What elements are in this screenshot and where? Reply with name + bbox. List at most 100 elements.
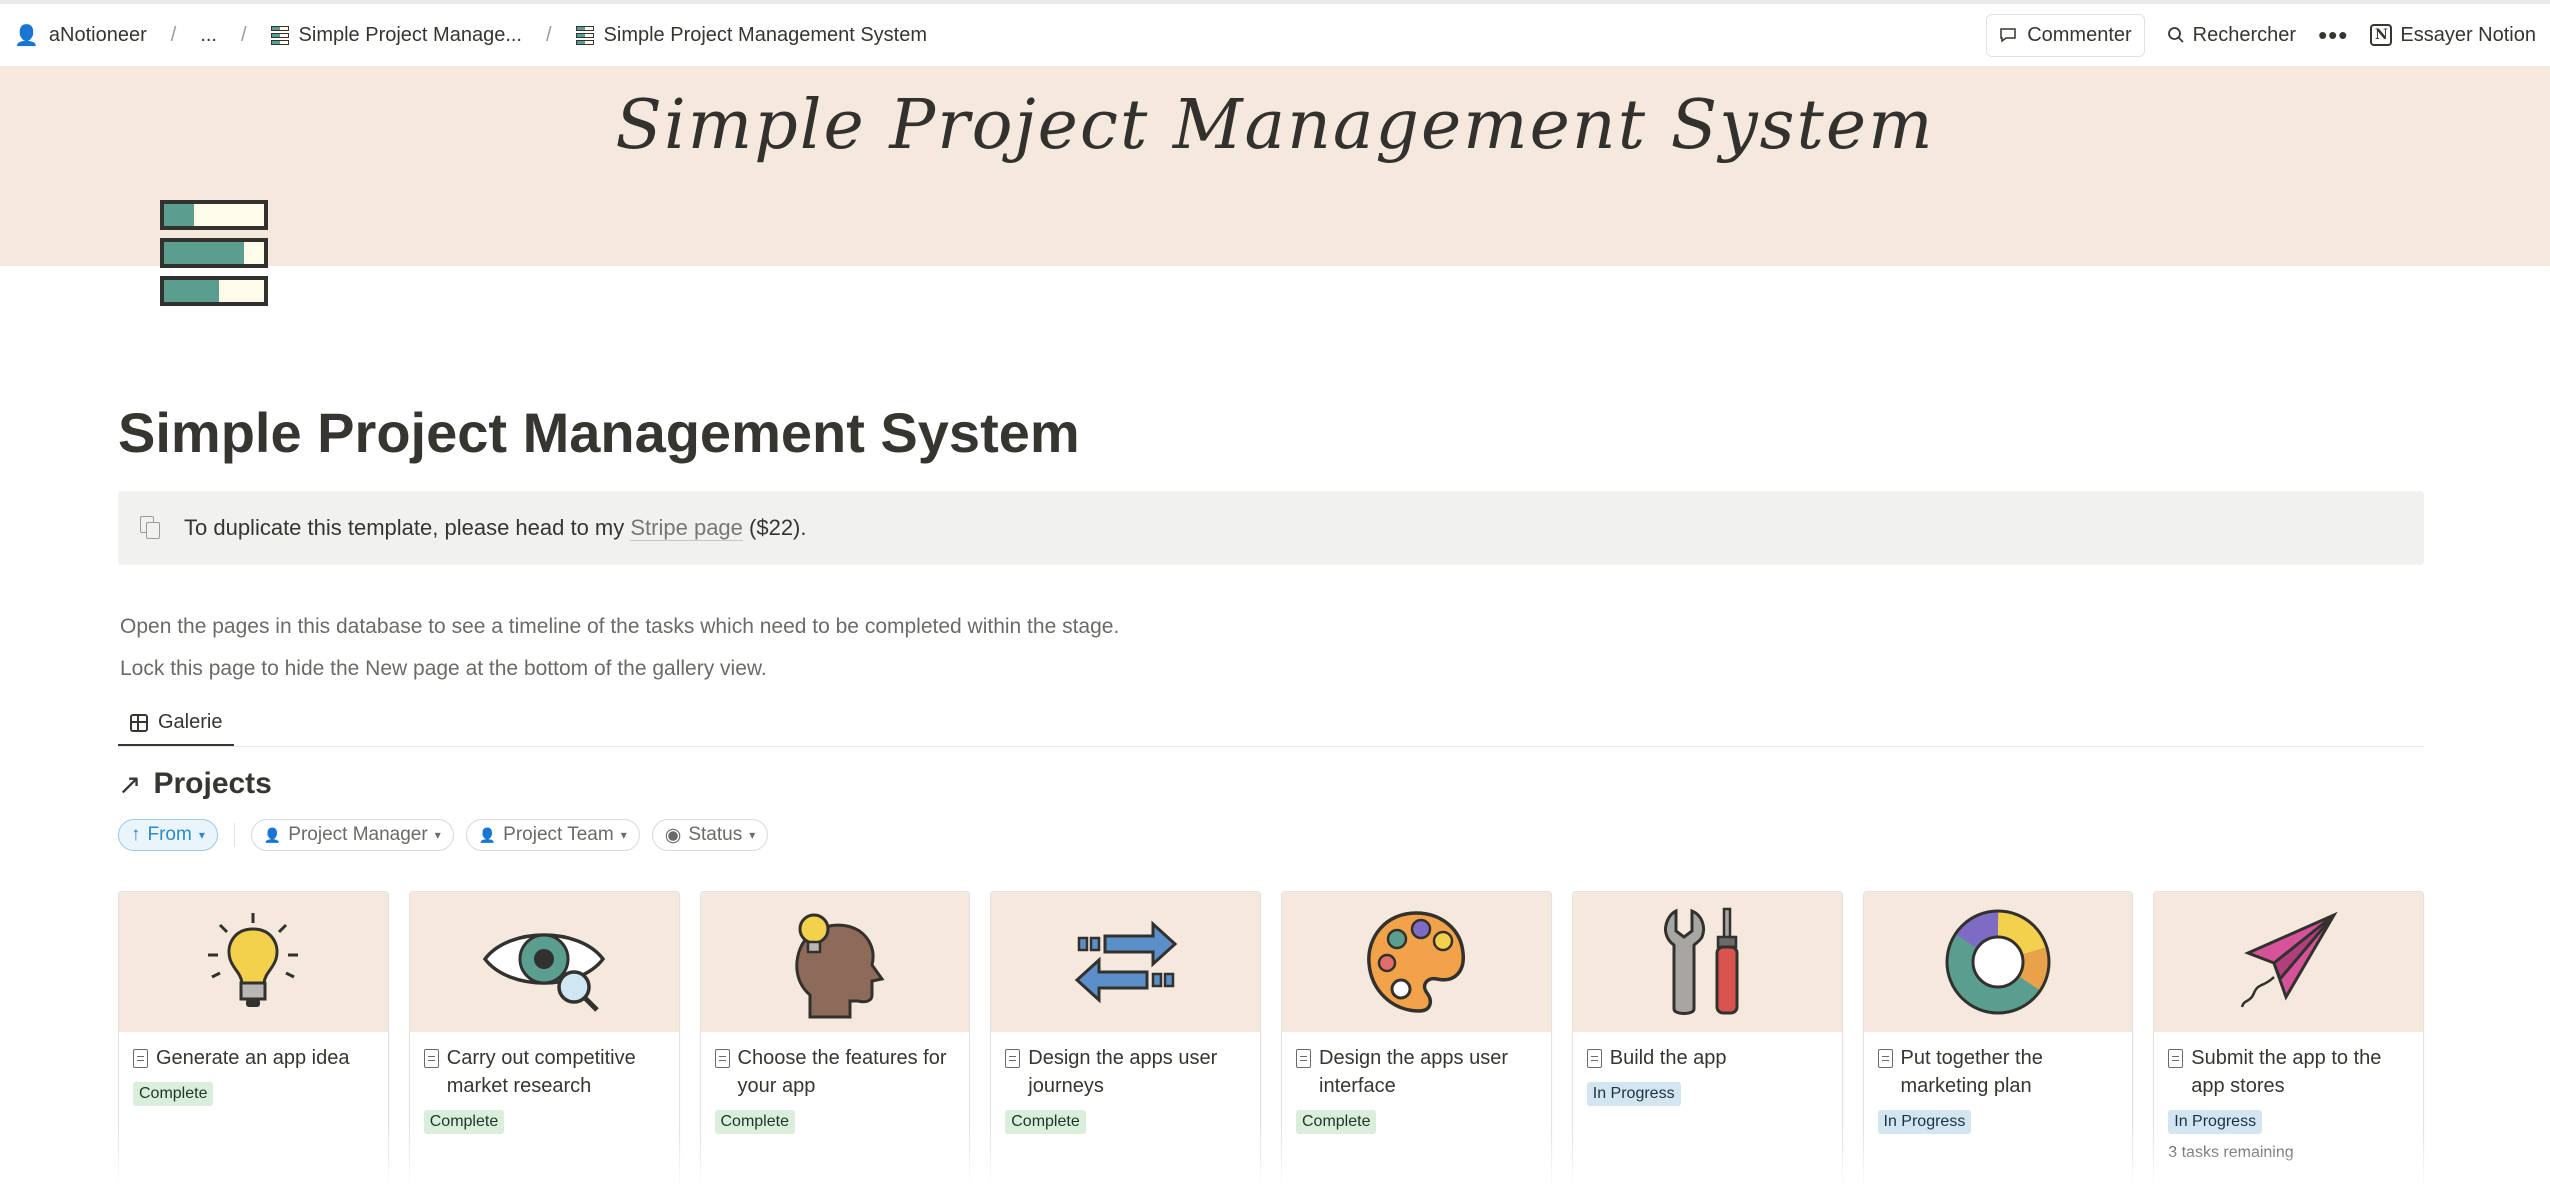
- breadcrumb-current[interactable]: Simple Project Management System: [604, 24, 927, 47]
- page-icon: [1586, 1049, 1602, 1068]
- description-paragraph: Open the pages in this database to see a…: [120, 615, 1120, 638]
- head-idea-icon: [795, 913, 885, 1018]
- card-cover: [1282, 892, 1551, 1032]
- status-badge: In Progress: [1586, 1082, 1681, 1106]
- page-bars-icon[interactable]: [160, 200, 270, 314]
- arrow-up-icon: ↑: [131, 824, 141, 845]
- card-title: Choose the features for your app: [737, 1047, 947, 1097]
- tasks-remaining: 3 tasks remaining: [2168, 1144, 2294, 1161]
- gallery-card[interactable]: Submit the app to the app stores In Prog…: [2153, 891, 2424, 1184]
- gallery-card[interactable]: Carry out competitive market research Co…: [408, 891, 680, 1184]
- page-content: Simple Project Management System To dupl…: [118, 360, 2424, 1184]
- card-cover: [409, 892, 679, 1032]
- linked-arrow-icon: ↗: [118, 768, 142, 800]
- notion-logo-icon: N: [2370, 24, 2393, 46]
- breadcrumb-ellipsis[interactable]: ...: [200, 24, 217, 47]
- breadcrumb: 👤 aNotioneer / ... / Simple Project Mana…: [14, 23, 927, 48]
- gallery-card[interactable]: Choose the features for your app Complet…: [699, 891, 971, 1184]
- callout-text-after: ($22).: [742, 515, 807, 540]
- person-icon: 👤: [263, 826, 282, 843]
- card-cover: [2154, 892, 2423, 1032]
- filter-project-team-label: Project Team: [503, 824, 614, 845]
- filter-status[interactable]: ◉ Status ▾: [651, 819, 769, 851]
- comment-icon: [2000, 28, 2016, 43]
- status-badge: Complete: [1005, 1110, 1086, 1134]
- swap-arrows-icon: [1074, 920, 1177, 1004]
- filter-project-manager-label: Project Manager: [288, 824, 428, 845]
- page-bars-icon: [575, 25, 594, 45]
- more-options-button[interactable]: •••: [2318, 22, 2348, 48]
- page-icon: [423, 1049, 439, 1068]
- filter-project-manager[interactable]: 👤 Project Manager ▾: [250, 819, 454, 851]
- duplicate-icon: [140, 516, 162, 540]
- status-icon: ◉: [664, 824, 682, 846]
- stripe-page-link[interactable]: Stripe page: [630, 515, 743, 541]
- card-cover: [119, 892, 388, 1032]
- breadcrumb-separator: /: [240, 23, 247, 46]
- top-actions: Commenter Rechercher ••• N Essayer Notio…: [1986, 13, 2536, 57]
- callout-text: To duplicate this template, please head …: [184, 515, 807, 541]
- sort-chip-label: From: [147, 824, 192, 845]
- database-title-label: Projects: [153, 767, 272, 800]
- view-tabs: Galerie: [118, 703, 2424, 747]
- paint-palette-icon: [1367, 911, 1466, 1013]
- cover-title: Simple Project Management System: [615, 86, 1935, 165]
- lightbulb-icon: [208, 913, 299, 1007]
- gallery-card[interactable]: Build the app In Progress: [1571, 891, 1843, 1184]
- callout: To duplicate this template, please head …: [118, 491, 2424, 565]
- callout-text-before: To duplicate this template, please head …: [184, 515, 631, 540]
- page-icon: [1296, 1049, 1311, 1068]
- lock-hint-paragraph: Lock this page to hide the New page at t…: [120, 657, 767, 680]
- status-badge: Complete: [1296, 1110, 1377, 1134]
- page-icon: [714, 1049, 730, 1068]
- filter-divider: [233, 823, 235, 847]
- gallery-card[interactable]: Generate an app idea Complete: [118, 891, 389, 1184]
- tab-gallery-label: Galerie: [158, 711, 223, 733]
- card-title: Submit the app to the app stores: [2191, 1047, 2382, 1097]
- card-title: Design the apps user interface: [1319, 1047, 1509, 1097]
- gallery-card[interactable]: Design the apps user interface Complete: [1281, 891, 1552, 1184]
- donut-chart-icon: [1945, 909, 2051, 1015]
- card-title: Carry out competitive market research: [446, 1047, 636, 1097]
- status-badge: In Progress: [1877, 1110, 1972, 1134]
- gallery-card[interactable]: Put together the marketing plan In Progr…: [1862, 891, 2134, 1184]
- filter-status-label: Status: [688, 824, 743, 845]
- card-title: Generate an app idea: [156, 1047, 350, 1069]
- breadcrumb-parent[interactable]: Simple Project Manage...: [299, 24, 522, 47]
- gallery-card[interactable]: Design the apps user journeys Complete: [990, 891, 1261, 1184]
- status-badge: Complete: [133, 1082, 214, 1106]
- card-title: Design the apps user journeys: [1028, 1047, 1218, 1097]
- tab-gallery[interactable]: Galerie: [118, 711, 235, 746]
- card-cover: [1572, 892, 1842, 1032]
- gallery-grid-icon: [130, 713, 148, 732]
- eye-magnifier-icon: [482, 933, 606, 1012]
- breadcrumb-separator: /: [545, 23, 552, 46]
- status-badge: Complete: [423, 1110, 505, 1134]
- chevron-down-icon: ▾: [749, 828, 756, 842]
- top-bar: 👤 aNotioneer / ... / Simple Project Mana…: [0, 0, 2550, 66]
- page-icon: [1877, 1049, 1893, 1068]
- status-badge: In Progress: [2168, 1110, 2263, 1134]
- chevron-down-icon: ▾: [434, 828, 441, 842]
- page-icon: [2168, 1049, 2184, 1068]
- sort-chip[interactable]: ↑ From ▾: [118, 819, 218, 851]
- try-notion-button[interactable]: N Essayer Notion: [2370, 24, 2536, 47]
- workspace-avatar-icon: 👤: [14, 24, 39, 47]
- card-title: Build the app: [1609, 1047, 1727, 1069]
- page-bars-icon: [270, 25, 289, 45]
- card-cover: [1863, 892, 2133, 1032]
- comment-label: Commenter: [2027, 23, 2132, 46]
- search-label: Rechercher: [2192, 23, 2297, 46]
- search-icon: [2167, 27, 2184, 43]
- comment-button[interactable]: Commenter: [1986, 13, 2145, 57]
- page-icon: [133, 1049, 148, 1068]
- search-button[interactable]: Rechercher: [2167, 24, 2296, 47]
- person-icon: 👤: [478, 826, 497, 843]
- breadcrumb-workspace[interactable]: aNotioneer: [49, 24, 147, 47]
- card-cover: [991, 892, 1260, 1032]
- filter-project-team[interactable]: 👤 Project Team ▾: [465, 819, 640, 851]
- database-title[interactable]: ↗ Projects: [118, 767, 2424, 801]
- page-title[interactable]: Simple Project Management System: [118, 400, 2424, 465]
- page-cover: Simple Project Management System: [0, 66, 2550, 266]
- gallery: Generate an app idea Complete Carry out …: [118, 891, 2424, 1184]
